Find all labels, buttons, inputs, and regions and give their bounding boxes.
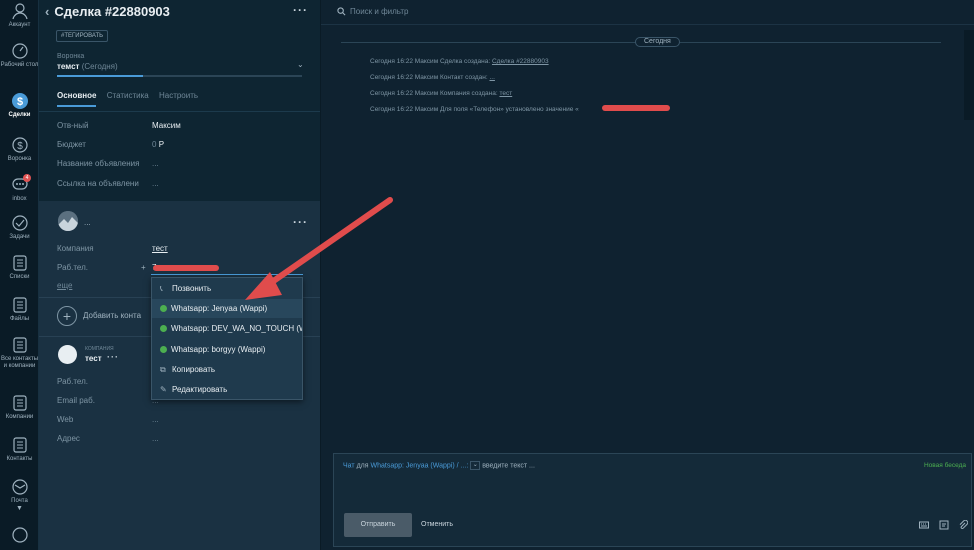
search-bar[interactable]: Поиск и фильтр bbox=[321, 0, 974, 25]
company-avatar[interactable] bbox=[58, 345, 77, 364]
plus-circle-icon: + bbox=[57, 306, 77, 326]
company-menu-dots-icon[interactable]: ··· bbox=[107, 352, 119, 362]
edit-icon: ✎ bbox=[160, 385, 167, 394]
search-icon bbox=[337, 7, 346, 16]
dropdown-item-whatsapp-dev[interactable]: Whatsapp: DEV_WA_NO_TOUCH (W bbox=[152, 319, 302, 338]
rail-item-contacts[interactable]: Контакты bbox=[0, 436, 39, 463]
rail-item-dashboard[interactable]: Рабочий стол bbox=[0, 42, 39, 69]
template-icon[interactable] bbox=[939, 520, 949, 530]
funnel-dollar-icon: $ bbox=[11, 136, 29, 154]
funnel-select[interactable]: темст (Сегодня) bbox=[57, 62, 118, 71]
phone-value-redaction bbox=[602, 105, 670, 111]
company-name[interactable]: тест bbox=[85, 354, 102, 363]
checkmark-icon bbox=[11, 214, 29, 232]
whatsapp-icon bbox=[160, 305, 167, 313]
feed-area: Поиск и фильтр Сегодня Сегодня 16:22 Мак… bbox=[321, 0, 974, 550]
back-arrow-icon[interactable]: ‹ bbox=[45, 4, 49, 19]
whatsapp-icon bbox=[160, 325, 167, 333]
chat-type-select[interactable]: Чат bbox=[343, 462, 355, 469]
contact-menu-dots-icon[interactable]: ··· bbox=[293, 215, 308, 229]
rail-item-all-contacts[interactable]: Все контакты и компании bbox=[0, 336, 39, 370]
copy-icon: ⧉ bbox=[160, 365, 166, 374]
left-nav-rail: Аккаунт Рабочий стол $ Сделки $ Воронка … bbox=[0, 0, 39, 550]
chevron-down-icon[interactable]: ⌄ bbox=[470, 461, 481, 470]
new-conversation-link[interactable]: Новая беседа bbox=[924, 462, 966, 469]
channel-select[interactable]: Whatsapp: Jenyaa (Wappi) / ...: bbox=[371, 462, 469, 469]
phone-redaction bbox=[153, 265, 219, 271]
dollar-icon: $ bbox=[11, 92, 29, 110]
svg-text:$: $ bbox=[17, 141, 23, 152]
keyboard-icon[interactable] bbox=[919, 520, 929, 530]
paperclip-icon[interactable] bbox=[958, 520, 968, 530]
mail-icon bbox=[11, 478, 29, 496]
funnel-date: (Сегодня) bbox=[81, 62, 118, 71]
dropdown-item-call[interactable]: 📞︎ Позвонить bbox=[152, 279, 302, 298]
feed-scrollbar[interactable] bbox=[964, 30, 974, 120]
feed-event: Сегодня 16:22 Максим Для поля «Телефон» … bbox=[370, 106, 579, 113]
deal-title: Сделка #22880903 bbox=[54, 4, 170, 19]
rail-item-lists[interactable]: Списки bbox=[0, 254, 39, 281]
dropdown-item-whatsapp-borgyy[interactable]: Whatsapp: borgyy (Wappi) bbox=[152, 340, 302, 359]
svg-text:$: $ bbox=[16, 96, 22, 108]
send-button[interactable]: Отправить bbox=[344, 513, 412, 537]
add-contact-button[interactable]: + Добавить конта bbox=[57, 306, 141, 326]
deal-panel: ‹ Сделка #22880903 ··· #ТЕГИРОВАТЬ Воронк… bbox=[39, 0, 321, 550]
user-icon bbox=[11, 2, 29, 20]
support-icon bbox=[11, 526, 29, 544]
tab-statistics[interactable]: Статистика bbox=[107, 91, 149, 105]
contact-card-icon bbox=[11, 436, 29, 454]
phone-underline bbox=[151, 274, 303, 275]
chevron-down-icon[interactable]: ⌄ bbox=[297, 60, 304, 69]
funnel-value: темст bbox=[57, 62, 80, 71]
rail-item-tasks[interactable]: Задачи bbox=[0, 214, 39, 241]
message-input[interactable]: введите текст ... bbox=[482, 462, 535, 469]
dropdown-item-edit[interactable]: ✎ Редактировать bbox=[152, 380, 302, 399]
search-placeholder: Поиск и фильтр bbox=[350, 7, 409, 16]
contact-name[interactable]: ... bbox=[84, 218, 91, 227]
inbox-badge: 4 bbox=[23, 174, 31, 182]
funnel-progress bbox=[57, 75, 302, 77]
speedometer-icon bbox=[11, 42, 29, 60]
rail-item-account[interactable]: Аккаунт bbox=[0, 2, 39, 29]
rail-item-more[interactable] bbox=[0, 526, 39, 546]
feed-event: Сегодня 16:22 Максим Компания создана: т… bbox=[370, 90, 513, 97]
list-icon bbox=[11, 254, 29, 272]
deal-tabs: Основное Статистика Настроить bbox=[57, 91, 206, 107]
deal-menu-dots-icon[interactable]: ··· bbox=[293, 3, 308, 17]
dropdown-item-whatsapp-jenyaa[interactable]: Whatsapp: Jenyaa (Wappi) bbox=[152, 299, 302, 318]
deal-header: ‹ Сделка #22880903 ··· #ТЕГИРОВАТЬ Воронк… bbox=[39, 0, 321, 201]
rail-item-mail[interactable]: Почта ▼ bbox=[0, 478, 39, 512]
date-pill: Сегодня bbox=[635, 37, 680, 47]
contacts-list-icon bbox=[11, 336, 29, 354]
file-icon bbox=[11, 296, 29, 314]
tag-button[interactable]: #ТЕГИРОВАТЬ bbox=[56, 30, 109, 42]
phone-icon: 📞︎ bbox=[160, 284, 163, 293]
cancel-button[interactable]: Отменить bbox=[421, 513, 453, 537]
rail-item-inbox[interactable]: 4 inbox bbox=[0, 174, 39, 203]
deal-title-row: ‹ Сделка #22880903 bbox=[45, 4, 170, 19]
funnel-progress-fill bbox=[57, 75, 143, 77]
whatsapp-icon bbox=[160, 346, 167, 354]
contact-avatar[interactable] bbox=[58, 211, 78, 231]
building-icon bbox=[11, 394, 29, 412]
rail-item-files[interactable]: Файлы bbox=[0, 296, 39, 323]
tabs-divider bbox=[39, 111, 321, 112]
phone-actions-dropdown: 📞︎ Позвонить Whatsapp: Jenyaa (Wappi) Wha… bbox=[151, 277, 303, 400]
tab-settings[interactable]: Настроить bbox=[159, 91, 198, 105]
feed-event: Сегодня 16:22 Максим Контакт создан: ... bbox=[370, 74, 495, 81]
funnel-label: Воронка bbox=[57, 53, 85, 60]
dropdown-item-copy[interactable]: ⧉ Копировать bbox=[152, 360, 302, 379]
message-composer: Чат для Whatsapp: Jenyaa (Wappi) / ...: … bbox=[333, 453, 972, 547]
plus-icon[interactable]: + bbox=[141, 263, 146, 272]
rail-item-deals[interactable]: $ Сделки bbox=[0, 92, 39, 119]
composer-header: Чат для Whatsapp: Jenyaa (Wappi) / ...: … bbox=[343, 461, 535, 470]
rail-item-companies[interactable]: Компании bbox=[0, 394, 39, 421]
rail-item-funnel[interactable]: $ Воронка bbox=[0, 136, 39, 163]
chevron-down-icon[interactable]: ▼ bbox=[0, 505, 39, 512]
feed-event: Сегодня 16:22 Максим Сделка создана: Сде… bbox=[370, 58, 549, 65]
tab-main[interactable]: Основное bbox=[57, 91, 97, 107]
